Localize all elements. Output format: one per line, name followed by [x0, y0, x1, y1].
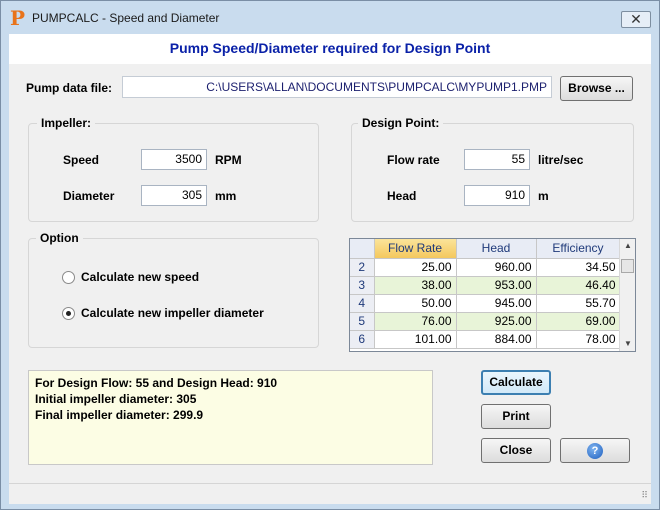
- diameter-unit: mm: [215, 189, 237, 203]
- flow-cell[interactable]: 76.00: [374, 312, 457, 331]
- grid-vertical-scrollbar[interactable]: ▲ ▼: [619, 239, 635, 351]
- impeller-group: [28, 123, 319, 222]
- title-bar[interactable]: P PUMPCALC - Speed and Diameter ✕: [1, 1, 659, 34]
- dialog-client-area: Pump Speed/Diameter required for Design …: [9, 34, 651, 504]
- efficiency-cell[interactable]: 46.40: [536, 276, 621, 295]
- flow-cell[interactable]: 101.00: [374, 330, 457, 349]
- table-row: 6 101.00 884.00 78.00: [350, 330, 621, 349]
- calculate-speed-label[interactable]: Calculate new speed: [81, 270, 199, 284]
- close-button-label: Close: [499, 443, 533, 457]
- status-bar: ⠿: [9, 483, 651, 504]
- head-unit: m: [538, 189, 549, 203]
- help-button[interactable]: ?: [560, 438, 630, 463]
- table-row: 3 38.00 953.00 46.40: [350, 276, 621, 295]
- head-cell[interactable]: 960.00: [456, 258, 537, 277]
- efficiency-cell[interactable]: 69.00: [536, 312, 621, 331]
- help-icon: ?: [587, 443, 603, 459]
- row-header[interactable]: 4: [350, 294, 375, 313]
- calculate-speed-radio[interactable]: [62, 271, 75, 284]
- results-line-final-diameter: Final impeller diameter: 299.9: [35, 408, 204, 422]
- scroll-thumb[interactable]: [621, 259, 634, 273]
- dialog-heading: Pump Speed/Diameter required for Design …: [169, 40, 491, 56]
- speed-input[interactable]: 3500: [141, 149, 207, 170]
- results-line-initial-diameter: Initial impeller diameter: 305: [35, 392, 197, 406]
- flow-rate-input[interactable]: 55: [464, 149, 530, 170]
- option-group-title: Option: [36, 231, 83, 245]
- header-band: Pump Speed/Diameter required for Design …: [9, 34, 651, 64]
- row-header[interactable]: 6: [350, 330, 375, 349]
- row-header[interactable]: 2: [350, 258, 375, 277]
- flow-cell[interactable]: 25.00: [374, 258, 457, 277]
- flow-rate-label: Flow rate: [387, 153, 440, 167]
- pump-curve-grid[interactable]: Flow Rate Head Efficiency 2 25.00 960.00…: [349, 238, 636, 352]
- head-cell[interactable]: 945.00: [456, 294, 537, 313]
- pump-data-file-path[interactable]: C:\USERS\ALLAN\DOCUMENTS\PUMPCALC\MYPUMP…: [122, 76, 552, 98]
- column-header-efficiency[interactable]: Efficiency: [536, 239, 621, 259]
- calculate-diameter-radio[interactable]: [62, 307, 75, 320]
- row-header[interactable]: 5: [350, 312, 375, 331]
- column-header-flow-rate[interactable]: Flow Rate: [374, 239, 457, 259]
- head-cell[interactable]: 884.00: [456, 330, 537, 349]
- grid-header-row: Flow Rate Head Efficiency: [350, 239, 621, 259]
- resize-grip-icon[interactable]: ⠿: [641, 490, 648, 501]
- option-group: [28, 238, 319, 348]
- head-input[interactable]: 910: [464, 185, 530, 206]
- browse-button-label: Browse ...: [568, 81, 625, 95]
- results-panel: For Design Flow: 55 and Design Head: 910…: [28, 370, 433, 465]
- speed-label: Speed: [63, 153, 100, 167]
- flow-cell[interactable]: 38.00: [374, 276, 457, 295]
- window-title: PUMPCALC - Speed and Diameter: [32, 11, 220, 25]
- column-header-head[interactable]: Head: [456, 239, 537, 259]
- efficiency-cell[interactable]: 78.00: [536, 330, 621, 349]
- design-point-group: [351, 123, 634, 222]
- pump-curve-table: Flow Rate Head Efficiency 2 25.00 960.00…: [350, 239, 621, 349]
- pumpcalc-window: P PUMPCALC - Speed and Diameter ✕ Pump S…: [0, 0, 660, 510]
- close-button[interactable]: Close: [481, 438, 551, 463]
- table-row: 2 25.00 960.00 34.50: [350, 258, 621, 277]
- efficiency-cell[interactable]: 34.50: [536, 258, 621, 277]
- table-row: 5 76.00 925.00 69.00: [350, 312, 621, 331]
- row-header[interactable]: 3: [350, 276, 375, 295]
- head-cell[interactable]: 925.00: [456, 312, 537, 331]
- design-point-group-title: Design Point:: [358, 116, 444, 130]
- diameter-label: Diameter: [63, 189, 115, 203]
- pump-data-file-label: Pump data file:: [26, 81, 113, 95]
- speed-unit: RPM: [215, 153, 242, 167]
- flow-rate-unit: litre/sec: [538, 153, 584, 167]
- table-row: 4 50.00 945.00 55.70: [350, 294, 621, 313]
- scroll-up-arrow-icon[interactable]: ▲: [620, 239, 635, 253]
- pumpcalc-app-icon: P: [10, 6, 26, 30]
- print-button-label: Print: [502, 409, 530, 423]
- window-close-icon[interactable]: ✕: [621, 11, 651, 28]
- flow-cell[interactable]: 50.00: [374, 294, 457, 313]
- efficiency-cell[interactable]: 55.70: [536, 294, 621, 313]
- scroll-down-arrow-icon[interactable]: ▼: [620, 337, 635, 351]
- browse-button[interactable]: Browse ...: [560, 76, 633, 101]
- calculate-button[interactable]: Calculate: [481, 370, 551, 395]
- head-cell[interactable]: 953.00: [456, 276, 537, 295]
- calculate-button-label: Calculate: [489, 375, 543, 389]
- grid-corner-cell: [350, 239, 375, 259]
- calculate-diameter-label[interactable]: Calculate new impeller diameter: [81, 306, 264, 320]
- head-label: Head: [387, 189, 417, 203]
- results-line-design: For Design Flow: 55 and Design Head: 910: [35, 376, 278, 390]
- diameter-input[interactable]: 305: [141, 185, 207, 206]
- impeller-group-title: Impeller:: [37, 116, 96, 130]
- print-button[interactable]: Print: [481, 404, 551, 429]
